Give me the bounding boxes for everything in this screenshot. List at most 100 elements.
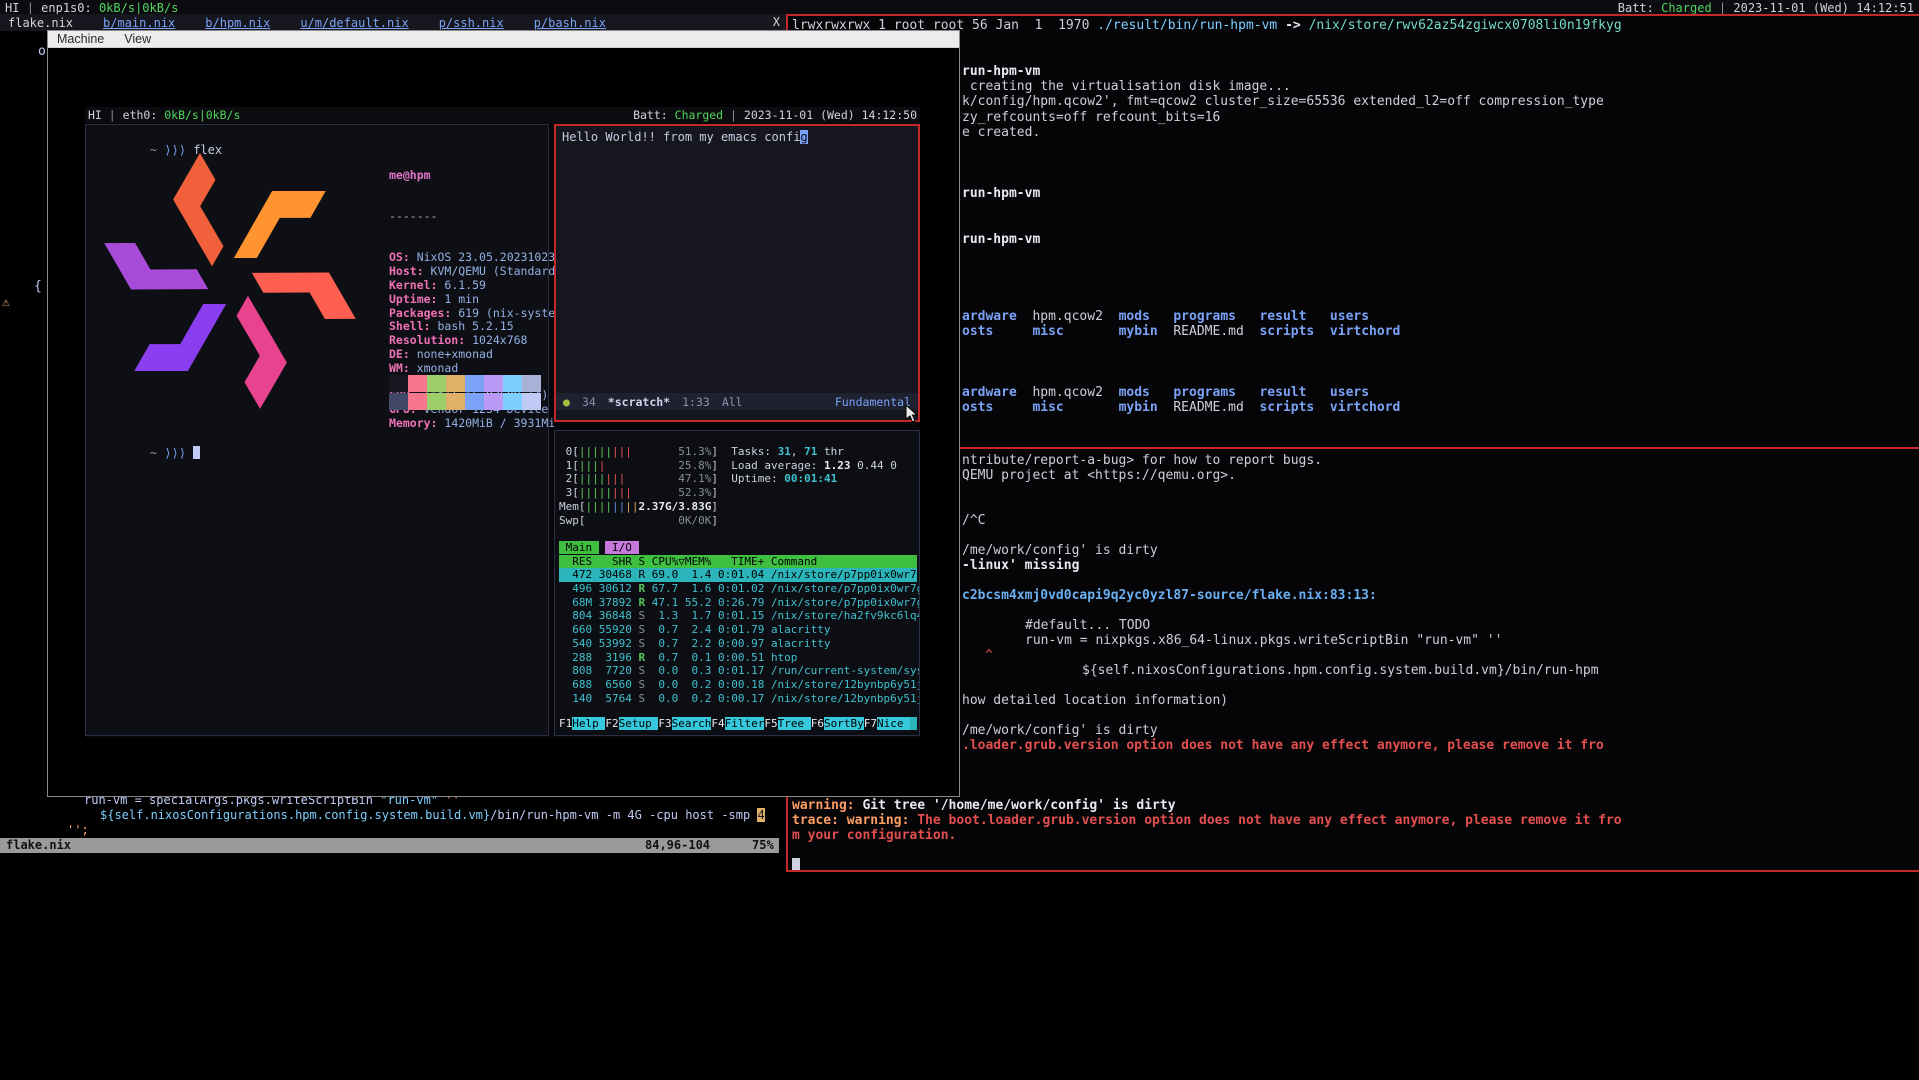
- statusline-ruler: 84,96-104: [645, 838, 710, 852]
- mouse-cursor: [905, 404, 919, 424]
- terminal-line: [792, 355, 1919, 370]
- network-interface: enp1s0:: [41, 1, 92, 15]
- neofetch-field: OS: NixOS 23.05.20231023: [389, 251, 555, 265]
- htop-pane[interactable]: F1Help F2Setup F3SearchF4FilterF5Tree F6…: [554, 430, 920, 736]
- vim-tab-active[interactable]: flake.nix: [8, 16, 73, 30]
- status-bar-right: Batt: Charged | 2023-11-01 (Wed) 14:12:5…: [1618, 1, 1914, 15]
- neofetch-field: Host: KVM/QEMU (Standard: [389, 265, 555, 279]
- neofetch-separator: -------: [389, 210, 555, 224]
- emacs-buffer-text: Hello World!! from my emacs config: [562, 130, 808, 144]
- terminal-line: 1[|||| 25.8%] Load average: 1.23 0.44 0: [559, 459, 919, 473]
- terminal-line: [792, 202, 1919, 217]
- neofetch-field: Packages: 619 (nix-syste: [389, 307, 555, 321]
- statusline-percent: 75%: [752, 838, 774, 852]
- vm-screen: HI | eth0: 0kB/s|0kB/s Batt: Charged | 2…: [85, 107, 920, 738]
- vim-statusline: flake.nix 84,96-104 75%: [0, 838, 779, 853]
- modeline-dot-icon: ●: [563, 395, 570, 409]
- emacs-pane[interactable]: Hello World!! from my emacs config ● 34 …: [554, 124, 920, 422]
- qemu-window: Machine View HI | eth0: 0kB/s|0kB/s Batt…: [47, 30, 960, 797]
- vim-tab[interactable]: b/hpm.nix: [205, 16, 270, 30]
- nixos-logo: [90, 147, 370, 415]
- terminal-line: run-hpm-vm: [792, 232, 1919, 247]
- terminal-line: 540 53992 S 0.7 2.2 0:00.97 alacritty: [559, 637, 919, 651]
- terminal-line: 496 30612 R 67.7 1.6 0:01.02 /nix/store/…: [559, 582, 919, 596]
- status-bar: HI | enp1s0: 0kB/s|0kB/s Batt: Charged |…: [0, 0, 1919, 15]
- terminal-line: [792, 339, 1919, 354]
- vm-host-label: HI: [88, 108, 102, 122]
- terminal-line: run-hpm-vm: [792, 186, 1919, 201]
- menu-machine[interactable]: Machine: [57, 32, 104, 46]
- terminal-line: [792, 528, 1919, 543]
- palette-swatch: [408, 375, 427, 392]
- terminal-line: 68M 37892 R 47.1 55.2 0:26.79 /nix/store…: [559, 596, 919, 610]
- htop-function-key-bar: F1Help F2Setup F3SearchF4FilterF5Tree F6…: [559, 717, 917, 731]
- terminal-line: 472 30468 R 69.0 1.4 0:01.04 /nix/store/…: [559, 568, 917, 582]
- terminal-line: [792, 140, 1919, 155]
- terminal-line: 0[|||||||| 51.3%] Tasks: 31, 71 thr: [559, 445, 919, 459]
- terminal-line: /me/work/config' is dirty: [792, 543, 1919, 558]
- terminal-line: QEMU project at <https://qemu.org>.: [792, 468, 1919, 483]
- terminal-line: '';: [0, 823, 786, 838]
- neofetch-field: Kernel: 6.1.59: [389, 279, 555, 293]
- neofetch-field: Uptime: 1 min: [389, 293, 555, 307]
- vm-battery-status: Charged: [675, 108, 723, 122]
- terminal-line: creating the virtualisation disk image..…: [792, 79, 1919, 94]
- palette-swatch: [503, 393, 522, 410]
- vim-tabs: b/main.nix b/hpm.nix u/m/default.nix p/ssh.…: [103, 16, 606, 30]
- vm-terminal-pane[interactable]: ~ ⟩⟩⟩ flex me@hpm ------- OS: NixOS 23.0…: [85, 124, 549, 736]
- terminal-line: run-vm = nixpkgs.x86_64-linux.pkgs.write…: [792, 633, 1919, 648]
- clock: 2023-11-01 (Wed) 14:12:51: [1733, 1, 1914, 15]
- terminal-line: m your configuration.: [792, 828, 1919, 843]
- qemu-menubar: Machine View: [48, 31, 959, 48]
- terminal-line: how detailed location information): [792, 693, 1919, 708]
- menu-view[interactable]: View: [124, 32, 151, 46]
- neofetch-field: WM: xmonad: [389, 362, 555, 376]
- terminal-line: [792, 171, 1919, 186]
- terminal-line: [792, 708, 1919, 723]
- terminal-line: ntribute/report-a-bug> for how to report…: [792, 453, 1919, 468]
- modeline-scroll: All: [722, 395, 743, 409]
- terminal-line: -linux' missing: [792, 558, 1919, 573]
- terminal-line: 140 5764 S 0.0 0.2 0:00.17 /nix/store/12…: [559, 692, 919, 706]
- vm-clock: 2023-11-01 (Wed) 14:12:50: [744, 108, 917, 122]
- terminal-line: [792, 753, 1919, 768]
- terminal-line: [792, 370, 1919, 385]
- shell-prompt: ~ ⟩⟩⟩: [92, 432, 200, 474]
- palette-swatch: [446, 393, 465, 410]
- code-fragment: {: [34, 279, 42, 294]
- modeline-position: 1:33: [682, 395, 710, 409]
- terminal-line: F1Help F2Setup F3SearchF4FilterF5Tree F6…: [559, 717, 917, 731]
- neofetch-field: DE: none+xmonad: [389, 348, 555, 362]
- terminal-line: ardware hpm.qcow2 mods programs result u…: [792, 309, 1919, 324]
- terminal-line: [792, 843, 1919, 858]
- terminal-line: ${self.nixosConfigurations.hpm.config.sy…: [0, 808, 786, 823]
- terminal-line: /^C: [792, 513, 1919, 528]
- emacs-modeline: ● 34 *scratch* 1:33 All Fundamental: [556, 393, 918, 410]
- palette-swatch: [427, 393, 446, 410]
- terminal-line: [792, 768, 1919, 783]
- code-fragment: o: [38, 44, 46, 59]
- battery-status: Charged: [1661, 1, 1712, 15]
- vim-tab[interactable]: u/m/default.nix: [300, 16, 408, 30]
- terminal-line: Swp[ 0K/0K]: [559, 514, 919, 528]
- modeline-buffer-name: *scratch*: [608, 395, 670, 409]
- terminal-palette-row: [389, 393, 541, 410]
- tab-close-button[interactable]: X: [773, 15, 780, 29]
- vm-network-interface: eth0:: [123, 108, 158, 122]
- emacs-cursor: g: [800, 130, 807, 144]
- terminal-line: /me/work/config' is dirty: [792, 723, 1919, 738]
- terminal-line: run-hpm-vm: [792, 64, 1919, 79]
- terminal-line: [792, 858, 1919, 872]
- modeline-size: 34: [582, 395, 596, 409]
- separator: |: [27, 1, 41, 15]
- vm-status-bar: HI | eth0: 0kB/s|0kB/s Batt: Charged | 2…: [85, 107, 920, 123]
- terminal-line: [792, 293, 1919, 308]
- terminal-line: osts misc mybin README.md scripts virtch…: [792, 400, 1919, 415]
- vim-tab[interactable]: p/ssh.nix: [439, 16, 504, 30]
- vim-tab[interactable]: p/bash.nix: [534, 16, 606, 30]
- terminal-line: [792, 278, 1919, 293]
- vim-tab[interactable]: b/main.nix: [103, 16, 175, 30]
- statusline-filename: flake.nix: [6, 838, 71, 852]
- neofetch-field: Memory: 1420MiB / 3931Mi: [389, 417, 555, 431]
- terminal-line: 288 3196 R 0.7 0.1 0:00.51 htop: [559, 651, 919, 665]
